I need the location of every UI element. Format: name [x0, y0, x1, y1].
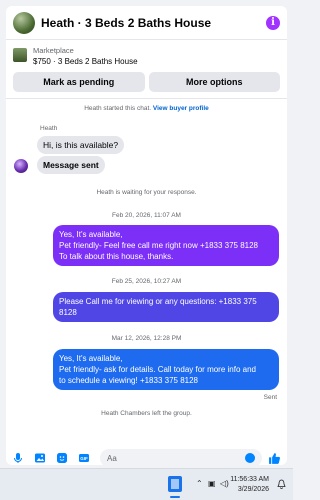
timestamp: Feb 25, 2026, 10:27 AM — [111, 278, 182, 285]
mark-as-pending-button[interactable]: Mark as pending — [13, 72, 145, 92]
notification-bell-icon[interactable] — [277, 479, 286, 489]
volume-icon[interactable]: ◁) — [220, 479, 229, 488]
message-input[interactable]: Aa — [100, 449, 262, 465]
outgoing-message[interactable]: Please Call me for viewing or any questi… — [53, 292, 279, 322]
left-group-notice: Heath Chambers left the group. — [101, 410, 192, 417]
gif-icon[interactable]: GIF — [78, 452, 90, 464]
listing-price-title[interactable]: $750 · 3 Beds 2 Baths House — [33, 57, 138, 66]
listing-category: Marketplace — [33, 46, 74, 55]
message-thread[interactable]: Heath started this chat. View buyer prof… — [6, 99, 287, 465]
timestamp: Feb 20, 2026, 11:07 AM — [112, 212, 181, 219]
system-clock[interactable]: 11:56:33 AM 3/29/2026 — [230, 475, 269, 495]
sender-name: Heath — [40, 125, 58, 132]
emoji-icon[interactable] — [245, 453, 255, 463]
messenger-window: Heath · 3 Beds 2 Baths House i Marketpla… — [6, 6, 287, 465]
listing-thumbnail[interactable] — [13, 48, 27, 62]
svg-text:GIF: GIF — [80, 456, 88, 461]
chevron-up-icon[interactable]: ⌃ — [196, 479, 203, 488]
taskbar: ⌃ ▣ ◁) 11:56:33 AM 3/29/2026 — [0, 468, 293, 500]
info-icon[interactable]: i — [266, 15, 280, 30]
outgoing-message[interactable]: Yes, It's available, Pet friendly- ask f… — [53, 349, 279, 390]
more-options-button[interactable]: More options — [148, 72, 280, 92]
message-composer: GIF Aa — [6, 445, 287, 465]
microphone-icon[interactable] — [12, 452, 24, 464]
buyer-avatar[interactable] — [14, 159, 28, 173]
active-app-indicator — [170, 496, 180, 498]
outgoing-message[interactable]: Yes, It's available, Pet friendly- Feel … — [53, 225, 279, 266]
image-icon[interactable] — [34, 452, 46, 464]
listing-avatar[interactable] — [13, 11, 35, 34]
listing-panel: Marketplace $750 · 3 Beds 2 Baths House … — [6, 40, 287, 99]
view-buyer-profile-link[interactable]: View buyer profile — [153, 105, 209, 112]
taskbar-app-icon[interactable] — [168, 476, 182, 492]
network-icon[interactable]: ▣ — [208, 479, 216, 488]
sent-status: Sent — [263, 394, 277, 401]
sticker-icon[interactable] — [56, 452, 68, 464]
incoming-message[interactable]: Message sent — [37, 156, 105, 174]
chat-header: Heath · 3 Beds 2 Baths House i — [6, 6, 287, 40]
chat-started-notice: Heath started this chat. View buyer prof… — [84, 105, 209, 112]
waiting-notice: Heath is waiting for your response. — [96, 189, 197, 196]
message-input-placeholder: Aa — [107, 453, 117, 463]
timestamp: Mar 12, 2026, 12:28 PM — [111, 335, 182, 342]
thumbs-up-icon[interactable] — [268, 452, 281, 465]
incoming-message[interactable]: Hi, is this available? — [37, 136, 125, 154]
chat-title: Heath · 3 Beds 2 Baths House — [41, 15, 212, 30]
